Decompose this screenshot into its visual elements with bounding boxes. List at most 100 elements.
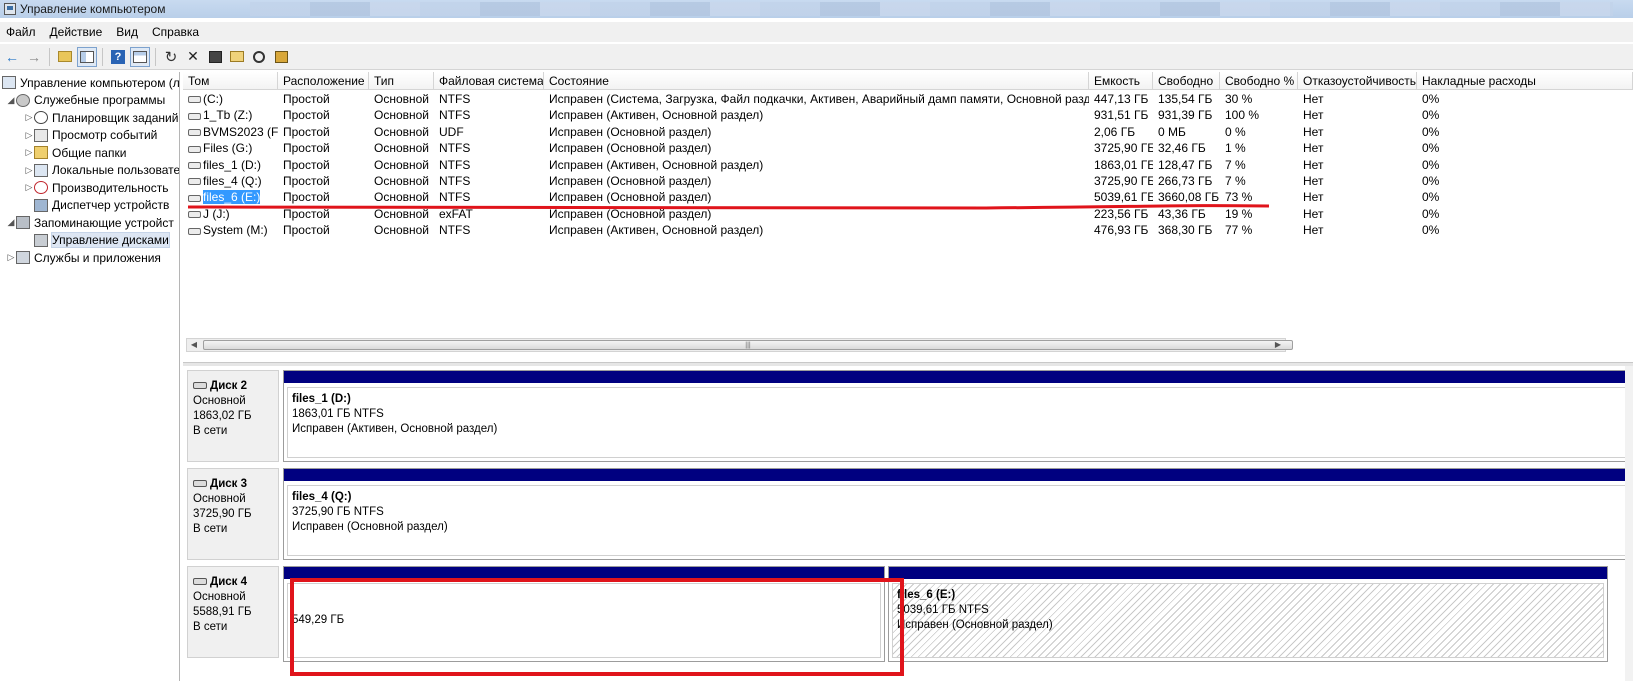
tree-item-shared-folders[interactable]: ▷ Общие папки [24, 144, 127, 161]
properties-button[interactable] [205, 47, 225, 67]
forward-arrow-icon [27, 49, 41, 65]
tree-item-services-apps[interactable]: ▷ Службы и приложения [6, 249, 161, 266]
disk-panel-vertical-scrollbar[interactable] [1625, 366, 1633, 681]
column-header-layout[interactable]: Расположение [278, 72, 369, 90]
tree-item-storage[interactable]: ◢ Запоминающие устройст [6, 214, 174, 231]
partition-body: files_6 (E:) 5039,61 ГБ NTFS Исправен (О… [892, 583, 1604, 658]
disk-status: В сети [193, 523, 228, 535]
volume-overhead: 0% [1422, 92, 1440, 106]
refresh-button[interactable] [161, 47, 181, 67]
back-button[interactable] [2, 47, 22, 67]
column-header-status[interactable]: Состояние [544, 72, 1089, 90]
help-button[interactable]: ? [108, 47, 128, 67]
volume-row[interactable]: (C:) Простой Основной NTFS Исправен (Система… [183, 91, 1633, 107]
tree-item-local-users[interactable]: ▷ Локальные пользовате [24, 162, 180, 179]
horizontal-scrollbar[interactable]: ◀ ||| ▶ [186, 338, 1293, 352]
column-header-free-percent[interactable]: Свободно % [1220, 72, 1298, 90]
partition-unallocated[interactable]: 549,29 ГБ [283, 566, 885, 662]
menu-file[interactable]: Файл [6, 25, 44, 39]
menu-help[interactable]: Справка [152, 25, 207, 39]
expand-arrow-icon[interactable]: ▷ [24, 147, 34, 158]
partition-body: 549,29 ГБ [287, 583, 881, 658]
disk-name: Диск 4 [210, 576, 248, 588]
volume-row[interactable]: J (J:) Простой Основной exFAT Исправен (Осно… [183, 206, 1633, 222]
menu-action[interactable]: Действие [50, 25, 111, 39]
expand-arrow-icon[interactable]: ▷ [24, 112, 34, 123]
partition-files-1[interactable]: files_1 (D:) 1863,01 ГБ NTFS Исправен (А… [283, 370, 1633, 462]
collapse-arrow-icon[interactable]: ◢ [6, 217, 16, 228]
disk-label[interactable]: Диск 4 Основной 5588,91 ГБ В сети [187, 566, 279, 658]
volume-free: 128,47 ГБ [1158, 157, 1213, 172]
volume-overhead: 0% [1422, 223, 1440, 238]
volume-fs: exFAT [439, 206, 473, 221]
tree-item-disk-management[interactable]: Управление дисками [24, 232, 170, 249]
column-header-free[interactable]: Свободно [1153, 72, 1220, 90]
volume-row[interactable]: Files (G:) Простой Основной NTFS Исправен (О… [183, 140, 1633, 156]
menu-view[interactable]: Вид [116, 25, 146, 39]
volume-type: Основной [374, 190, 430, 205]
tree-item-performance[interactable]: ▷ Производительность [24, 179, 169, 196]
volume-status: Исправен (Активен, Основной раздел) [549, 108, 764, 123]
column-header-capacity[interactable]: Емкость [1089, 72, 1153, 90]
volume-name-cell: System (M:) [186, 222, 278, 238]
forward-button[interactable] [24, 47, 44, 67]
volume-overhead: 0% [1422, 157, 1440, 172]
volume-row[interactable]: System (M:) Простой Основной NTFS Исправен (… [183, 222, 1633, 238]
partition-body: files_4 (Q:) 3725,90 ГБ NTFS Исправен (О… [287, 485, 1633, 556]
disk-properties-button[interactable] [271, 47, 291, 67]
expand-arrow-icon[interactable]: ▷ [24, 130, 34, 141]
tree-item-event-viewer[interactable]: ▷ Просмотр событий [24, 127, 158, 144]
volume-row[interactable]: files_6 (E:) Простой Основной NTFS Исправен … [183, 189, 1633, 205]
volume-free-percent: 1 % [1225, 141, 1246, 156]
tree-item-label: Локальные пользовате [52, 163, 180, 177]
volume-status: Исправен (Основной раздел) [549, 190, 712, 205]
disk-status: В сети [193, 425, 228, 437]
column-header-type[interactable]: Тип [369, 72, 434, 90]
tree-item-task-scheduler[interactable]: ▷ Планировщик заданий [24, 109, 179, 126]
title-bar: Управление компьютером [0, 0, 1633, 18]
scroll-right-arrow-icon[interactable]: ▶ [1271, 339, 1285, 351]
find-button[interactable] [249, 47, 269, 67]
volume-fs: NTFS [439, 92, 471, 106]
volume-name: System (M:) [203, 223, 268, 238]
column-header-volume[interactable]: Том [183, 72, 278, 90]
volume-row[interactable]: BVMS2023 (F:) Простой Основной UDF Исправен … [183, 124, 1633, 140]
disk-label[interactable]: Диск 3 Основной 3725,90 ГБ В сети [187, 468, 279, 560]
column-header-fault-tolerance[interactable]: Отказоустойчивость [1298, 72, 1417, 90]
open-button[interactable] [227, 47, 247, 67]
expand-arrow-icon[interactable]: ▷ [6, 252, 16, 263]
volume-name: files_1 (D:) [203, 157, 262, 172]
partition-files-4[interactable]: files_4 (Q:) 3725,90 ГБ NTFS Исправен (О… [283, 468, 1633, 560]
tree-item-device-manager[interactable]: Диспетчер устройств [24, 197, 169, 214]
volume-row[interactable]: files_4 (Q:) Простой Основной NTFS Исправен … [183, 173, 1633, 189]
delete-button[interactable] [183, 47, 203, 67]
partition-files-6[interactable]: files_6 (E:) 5039,61 ГБ NTFS Исправен (О… [888, 566, 1608, 662]
column-header-overhead[interactable]: Накладные расходы [1417, 72, 1633, 90]
scroll-left-arrow-icon[interactable]: ◀ [187, 339, 201, 351]
scrollbar-thumb[interactable]: ||| [203, 340, 1293, 350]
column-header-file-system[interactable]: Файловая система [434, 72, 544, 90]
disk-label[interactable]: Диск 2 Основной 1863,02 ГБ В сети [187, 370, 279, 462]
tree-item-label: Просмотр событий [52, 128, 158, 142]
help-icon: ? [111, 49, 125, 64]
disk-status: В сети [193, 621, 228, 633]
up-one-level-button[interactable] [55, 47, 75, 67]
collapse-arrow-icon[interactable]: ◢ [6, 95, 16, 106]
volume-layout: Простой [283, 223, 330, 238]
tree-item-system-tools[interactable]: ◢ Служебные программы [6, 92, 166, 109]
volume-fault-tolerance: Нет [1303, 223, 1324, 238]
tools-icon [16, 93, 30, 107]
expand-arrow-icon[interactable]: ▷ [24, 165, 34, 176]
volume-free: 32,46 ГБ [1158, 141, 1206, 156]
volume-row[interactable]: 1_Tb (Z:) Простой Основной NTFS Исправен (Ак… [183, 107, 1633, 123]
volume-row[interactable]: files_1 (D:) Простой Основной NTFS Исправен … [183, 157, 1633, 173]
drive-icon [188, 129, 201, 137]
performance-icon [34, 181, 48, 194]
volume-name: files_4 (Q:) [203, 174, 262, 188]
volume-free-percent: 19 % [1225, 206, 1253, 221]
show-hide-action-pane-button[interactable] [130, 46, 150, 67]
expand-arrow-icon[interactable]: ▷ [24, 182, 34, 193]
tree-item-computer-management[interactable]: Управление компьютером (л [2, 74, 179, 91]
drive-icon [188, 145, 201, 153]
show-hide-tree-button[interactable] [77, 46, 97, 67]
